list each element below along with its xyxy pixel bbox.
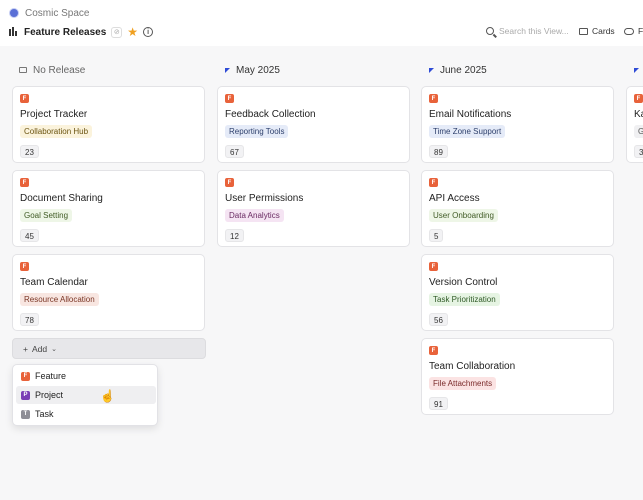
card-count: 5 xyxy=(429,229,444,242)
card-tag[interactable]: Reporting Tools xyxy=(225,125,289,138)
workspace-switcher[interactable]: Cosmic Space xyxy=(9,6,89,20)
feature-badge-icon: F xyxy=(429,346,438,355)
cards-icon xyxy=(579,27,588,35)
card-count: 78 xyxy=(20,313,39,326)
search-input[interactable]: Search this View... xyxy=(486,26,569,36)
menu-item-feature[interactable]: F Feature xyxy=(16,367,156,385)
add-item-button[interactable]: + Add ⌄ xyxy=(12,338,206,359)
task-badge-icon: T xyxy=(21,409,30,419)
workspace-logo-icon xyxy=(9,8,19,18)
feature-card[interactable]: F Feedback Collection Reporting Tools 67 xyxy=(217,86,410,163)
column-header-may-2025[interactable]: May 2025 xyxy=(225,64,280,76)
card-title: API Access xyxy=(429,193,480,204)
card-tag[interactable]: Task Prioritization xyxy=(429,293,500,306)
add-item-menu: F Feature P Project T Task xyxy=(12,364,158,426)
add-label: Add xyxy=(31,343,48,354)
workspace-name: Cosmic Space xyxy=(25,7,90,19)
chevron-down-icon: ⌄ xyxy=(51,345,57,353)
no-release-icon xyxy=(19,67,27,73)
card-count: 12 xyxy=(225,229,244,242)
card-title: Document Sharing xyxy=(20,193,103,204)
card-title: Version Control xyxy=(429,277,498,288)
card-tag[interactable]: Collaboration Hub xyxy=(20,125,93,138)
top-bar: Cosmic Space Feature Releases ⊘ ★ i Sear… xyxy=(0,0,643,46)
card-title: Team Calendar xyxy=(20,277,88,288)
card-title: Ka xyxy=(634,109,643,120)
filter-toggle-icon xyxy=(624,27,634,35)
cards-view-button[interactable]: Cards xyxy=(579,26,615,36)
feature-badge-icon: F xyxy=(429,262,438,271)
feature-card[interactable]: F Ka Ga 34 xyxy=(626,86,643,163)
feature-badge-icon: F xyxy=(21,371,30,381)
info-icon[interactable]: i xyxy=(143,27,154,37)
feature-badge-icon: F xyxy=(634,94,643,103)
card-count: 34 xyxy=(634,145,643,158)
view-title-row: Feature Releases ⊘ ★ i xyxy=(9,25,154,39)
hand-pointer-cursor-icon: ☝ xyxy=(100,389,115,403)
release-flag-icon xyxy=(225,67,230,73)
feature-badge-icon: F xyxy=(20,262,29,271)
filter-button[interactable]: Fi xyxy=(624,26,643,36)
feature-card[interactable]: F Email Notifications Time Zone Support … xyxy=(421,86,614,163)
search-placeholder: Search this View... xyxy=(499,26,569,36)
menu-item-label: Task xyxy=(35,409,54,419)
star-icon[interactable]: ★ xyxy=(127,26,138,38)
card-tag[interactable]: Data Analytics xyxy=(225,209,284,222)
feature-card[interactable]: F Document Sharing Goal Setting 45 xyxy=(12,170,205,247)
feature-badge-icon: F xyxy=(20,94,29,103)
release-flag-icon xyxy=(634,67,639,73)
feature-badge-icon: F xyxy=(225,178,234,187)
card-tag[interactable]: File Attachments xyxy=(429,377,497,390)
card-tag[interactable]: Ga xyxy=(634,125,643,138)
column-title: No Release xyxy=(33,64,86,76)
column-title: May 2025 xyxy=(236,64,280,76)
menu-item-task[interactable]: T Task xyxy=(16,405,156,423)
card-count: 56 xyxy=(429,313,448,326)
feature-card[interactable]: F User Permissions Data Analytics 12 xyxy=(217,170,410,247)
card-tag[interactable]: Goal Setting xyxy=(20,209,73,222)
release-flag-icon xyxy=(429,67,434,73)
card-title: Email Notifications xyxy=(429,109,512,120)
card-title: Team Collaboration xyxy=(429,361,516,372)
menu-item-label: Project xyxy=(35,390,64,400)
feature-badge-icon: F xyxy=(429,178,438,187)
card-count: 89 xyxy=(429,145,448,158)
column-title: June 2025 xyxy=(440,64,487,76)
search-icon xyxy=(486,27,494,35)
column-header-june-2025[interactable]: June 2025 xyxy=(429,64,487,76)
card-title: User Permissions xyxy=(225,193,304,204)
menu-item-label: Feature xyxy=(35,371,67,381)
feature-card[interactable]: F Team Calendar Resource Allocation 78 xyxy=(12,254,205,331)
feature-card[interactable]: F Project Tracker Collaboration Hub 23 xyxy=(12,86,205,163)
card-count: 91 xyxy=(429,397,448,410)
card-title: Feedback Collection xyxy=(225,109,316,120)
card-tag[interactable]: User Onboarding xyxy=(429,209,498,222)
feature-badge-icon: F xyxy=(429,94,438,103)
card-count: 45 xyxy=(20,229,39,242)
feature-card[interactable]: F Team Collaboration File Attachments 91 xyxy=(421,338,614,415)
filter-label: Fi xyxy=(638,26,643,36)
cards-label: Cards xyxy=(592,26,615,36)
card-tag[interactable]: Resource Allocation xyxy=(20,293,99,306)
plus-icon: + xyxy=(23,343,28,354)
column-header-no-release: No Release xyxy=(19,64,85,76)
feature-badge-icon: F xyxy=(225,94,234,103)
page-title: Feature Releases xyxy=(24,26,107,38)
project-badge-icon: P xyxy=(21,390,30,400)
roadmap-view-icon xyxy=(9,27,19,37)
card-tag[interactable]: Time Zone Support xyxy=(429,125,506,138)
menu-item-project[interactable]: P Project xyxy=(16,386,156,404)
card-count: 67 xyxy=(225,145,244,158)
feature-card[interactable]: F API Access User Onboarding 5 xyxy=(421,170,614,247)
column-header-next-release[interactable] xyxy=(634,64,639,76)
feature-badge-icon: F xyxy=(20,178,29,187)
card-count: 23 xyxy=(20,145,39,158)
feature-card[interactable]: F Version Control Task Prioritization 56 xyxy=(421,254,614,331)
link-icon[interactable]: ⊘ xyxy=(111,26,123,38)
card-title: Project Tracker xyxy=(20,109,88,120)
